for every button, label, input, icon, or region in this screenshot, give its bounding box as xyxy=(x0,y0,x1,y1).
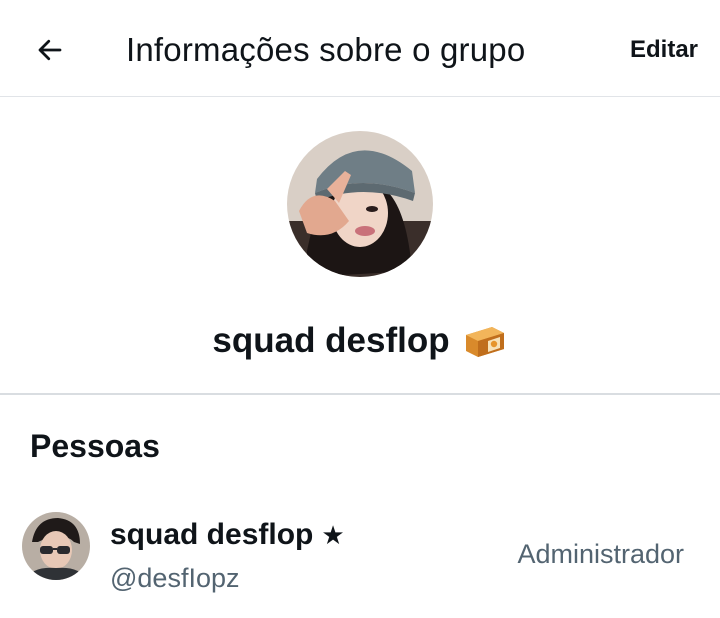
group-name-row: squad desflop xyxy=(0,319,720,363)
member-role: Administrador xyxy=(517,539,684,569)
arrow-left-icon xyxy=(38,39,62,61)
group-avatar[interactable] xyxy=(287,131,433,277)
top-bar: Informações sobre o grupo Editar xyxy=(0,0,720,97)
back-button[interactable] xyxy=(30,30,70,70)
group-info: squad desflop xyxy=(0,97,720,395)
star-icon: ★ xyxy=(321,520,345,550)
member-name: squad desflop ★ xyxy=(110,516,345,554)
member-handle: @desfIopz xyxy=(110,563,240,593)
member-avatar[interactable] xyxy=(22,512,90,580)
edit-button[interactable]: Editar xyxy=(630,32,698,68)
member-name-text: squad desflop xyxy=(110,518,314,551)
page-title: Informações sobre o grupo xyxy=(126,31,526,68)
mooncake-emoji-icon xyxy=(465,327,504,357)
group-name: squad desflop xyxy=(212,321,450,360)
member-row[interactable]: squad desflop ★ @desfIopz Administrador xyxy=(0,500,720,600)
people-section-title: Pessoas xyxy=(30,428,160,464)
